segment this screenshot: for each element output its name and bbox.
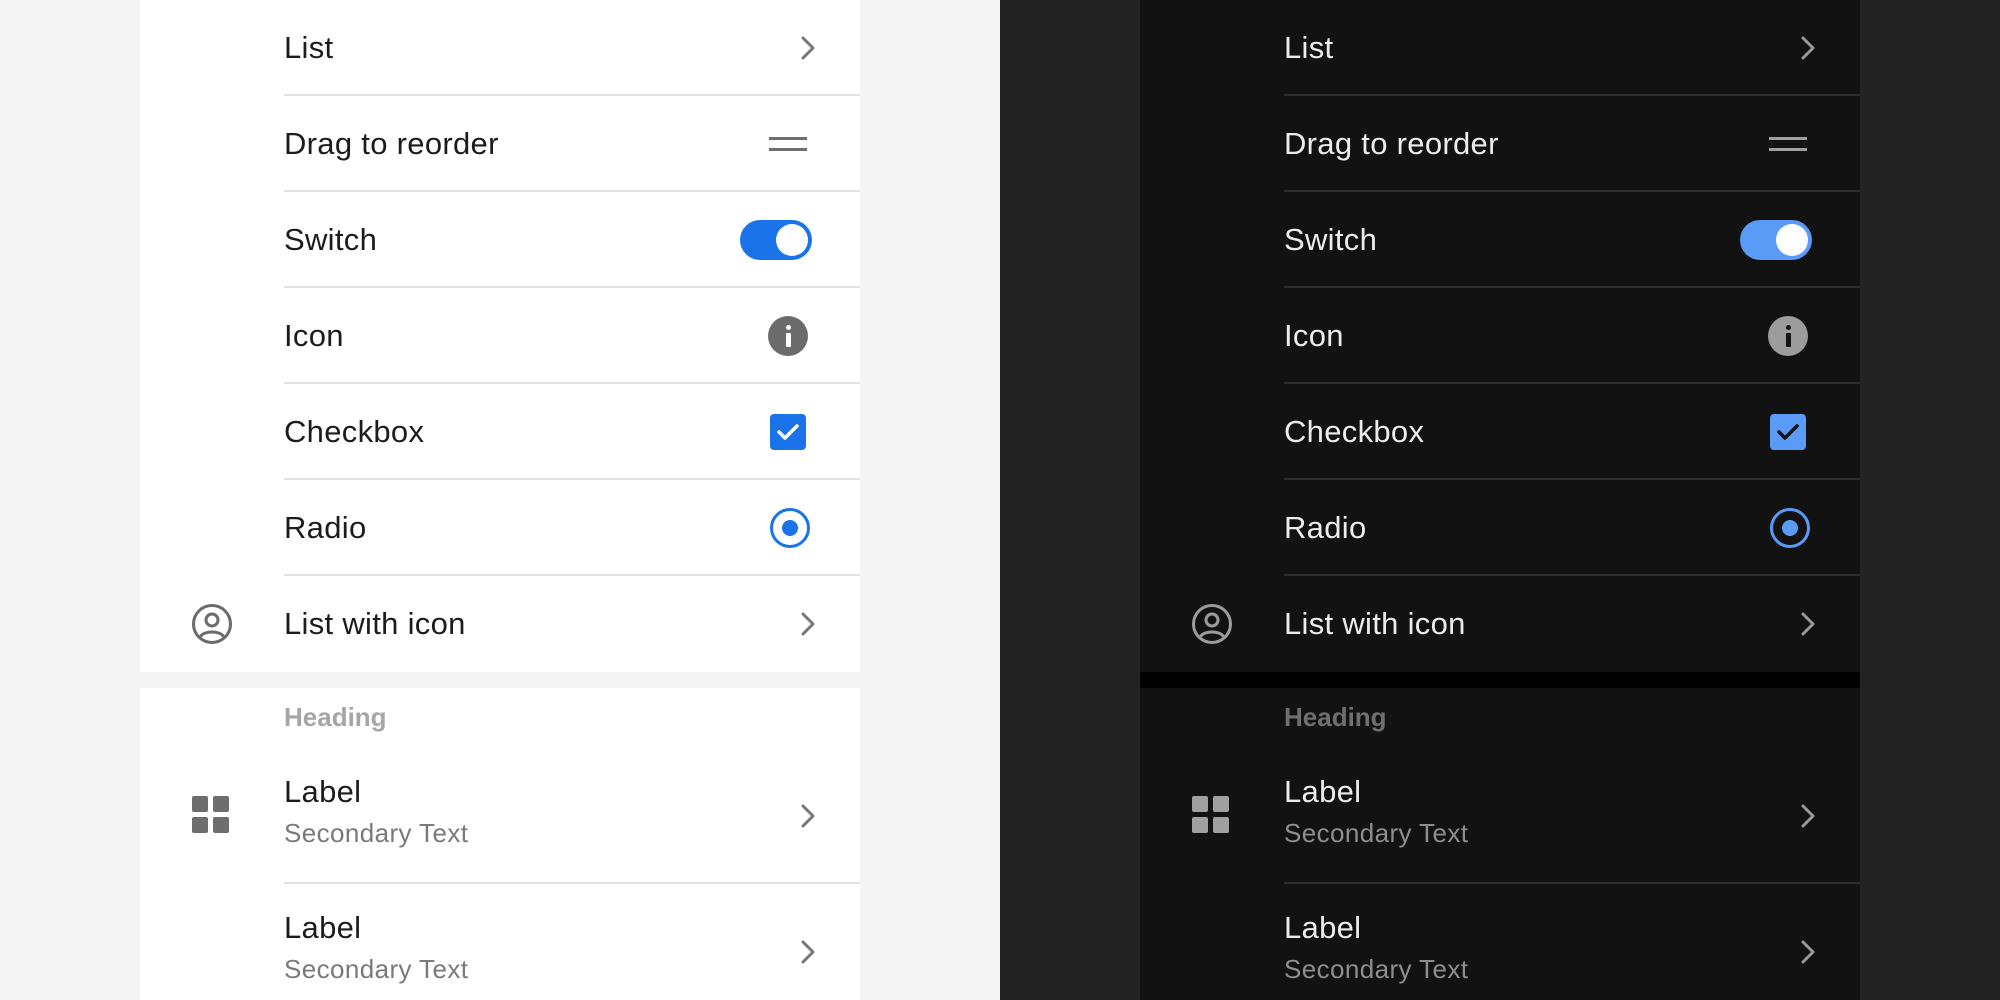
- labeled-section: Heading Label Secondary Text Label Secon…: [1140, 688, 1860, 1000]
- list-item-label: Label: [284, 774, 362, 809]
- list-item-list[interactable]: List: [140, 0, 860, 96]
- list-item-drag-to-reorder[interactable]: Drag to reorder: [1140, 96, 1860, 192]
- section-heading: Heading: [284, 702, 387, 732]
- account-circle-icon: [190, 576, 234, 672]
- list-item-label: Checkbox: [1284, 414, 1425, 449]
- list-item-label: Radio: [1284, 510, 1367, 545]
- drag-handle-icon[interactable]: [1768, 96, 1808, 192]
- list-item-switch[interactable]: Switch: [1140, 192, 1860, 288]
- grid-icon: [1192, 796, 1230, 834]
- chevron-right-icon: [796, 576, 820, 672]
- section-separator: [1140, 672, 1860, 688]
- chevron-right-icon: [1796, 796, 1820, 836]
- grid-icon: [192, 796, 230, 834]
- settings-list: List Drag to reorder Switch Icon Checkbo…: [140, 0, 860, 672]
- account-circle-icon: [1190, 576, 1234, 672]
- toggle-switch[interactable]: [1740, 192, 1812, 288]
- settings-list: List Drag to reorder Switch Icon Checkbo…: [1140, 0, 1860, 672]
- list-item-label: Icon: [284, 318, 344, 353]
- list-item-label: List: [1284, 30, 1334, 65]
- radio-button[interactable]: [770, 480, 810, 576]
- section-heading: Heading: [1284, 702, 1387, 732]
- list-item-checkbox[interactable]: Checkbox: [1140, 384, 1860, 480]
- list-item-label-secondary[interactable]: Label Secondary Text: [1140, 748, 1860, 884]
- toggle-switch[interactable]: [740, 192, 812, 288]
- list-item-icon[interactable]: Icon: [140, 288, 860, 384]
- list-item-secondary-text: Secondary Text: [284, 818, 469, 848]
- chevron-right-icon: [1796, 932, 1820, 972]
- list-item-radio[interactable]: Radio: [1140, 480, 1860, 576]
- list-item-secondary-text: Secondary Text: [1284, 954, 1469, 984]
- checkbox[interactable]: [1770, 384, 1806, 480]
- chevron-right-icon: [796, 932, 820, 972]
- chevron-right-icon: [1796, 576, 1820, 672]
- list-item-label-secondary[interactable]: Label Secondary Text: [1140, 884, 1860, 1000]
- list-item-label: Checkbox: [284, 414, 425, 449]
- checkbox[interactable]: [770, 384, 806, 480]
- info-icon[interactable]: [768, 288, 808, 384]
- list-item-list-with-icon[interactable]: List with icon: [1140, 576, 1860, 672]
- list-item-label: Label: [1284, 910, 1362, 945]
- list-item-label: Drag to reorder: [284, 126, 499, 161]
- list-item-switch[interactable]: Switch: [140, 192, 860, 288]
- list-item-label-secondary[interactable]: Label Secondary Text: [140, 884, 860, 1000]
- list-item-list-with-icon[interactable]: List with icon: [140, 576, 860, 672]
- list-item-secondary-text: Secondary Text: [284, 954, 469, 984]
- switch-knob: [1776, 224, 1808, 256]
- drag-handle-icon[interactable]: [768, 96, 808, 192]
- list-item-label: Label: [1284, 774, 1362, 809]
- list-item-label: Switch: [1284, 222, 1378, 257]
- list-item-label: List with icon: [1284, 606, 1466, 641]
- list-item-label: Radio: [284, 510, 367, 545]
- list-item-label-secondary[interactable]: Label Secondary Text: [140, 748, 860, 884]
- list-item-label: Icon: [1284, 318, 1344, 353]
- chevron-right-icon: [796, 796, 820, 836]
- list-item-radio[interactable]: Radio: [140, 480, 860, 576]
- radio-button[interactable]: [1770, 480, 1810, 576]
- list-item-drag-to-reorder[interactable]: Drag to reorder: [140, 96, 860, 192]
- list-item-label: Label: [284, 910, 362, 945]
- list-item-label: Switch: [284, 222, 378, 257]
- list-item-icon[interactable]: Icon: [1140, 288, 1860, 384]
- list-item-label: List with icon: [284, 606, 466, 641]
- light-theme-preview: List Drag to reorder Switch Icon Checkbo…: [0, 0, 1000, 1000]
- switch-knob: [776, 224, 808, 256]
- chevron-right-icon: [1796, 0, 1820, 96]
- labeled-section: Heading Label Secondary Text Label Secon…: [140, 688, 860, 1000]
- list-item-label: Drag to reorder: [1284, 126, 1499, 161]
- chevron-right-icon: [796, 0, 820, 96]
- list-item-secondary-text: Secondary Text: [1284, 818, 1469, 848]
- list-item-label: List: [284, 30, 334, 65]
- info-icon[interactable]: [1768, 288, 1808, 384]
- list-item-list[interactable]: List: [1140, 0, 1860, 96]
- list-item-checkbox[interactable]: Checkbox: [140, 384, 860, 480]
- dark-theme-preview: List Drag to reorder Switch Icon Checkbo…: [1000, 0, 2000, 1000]
